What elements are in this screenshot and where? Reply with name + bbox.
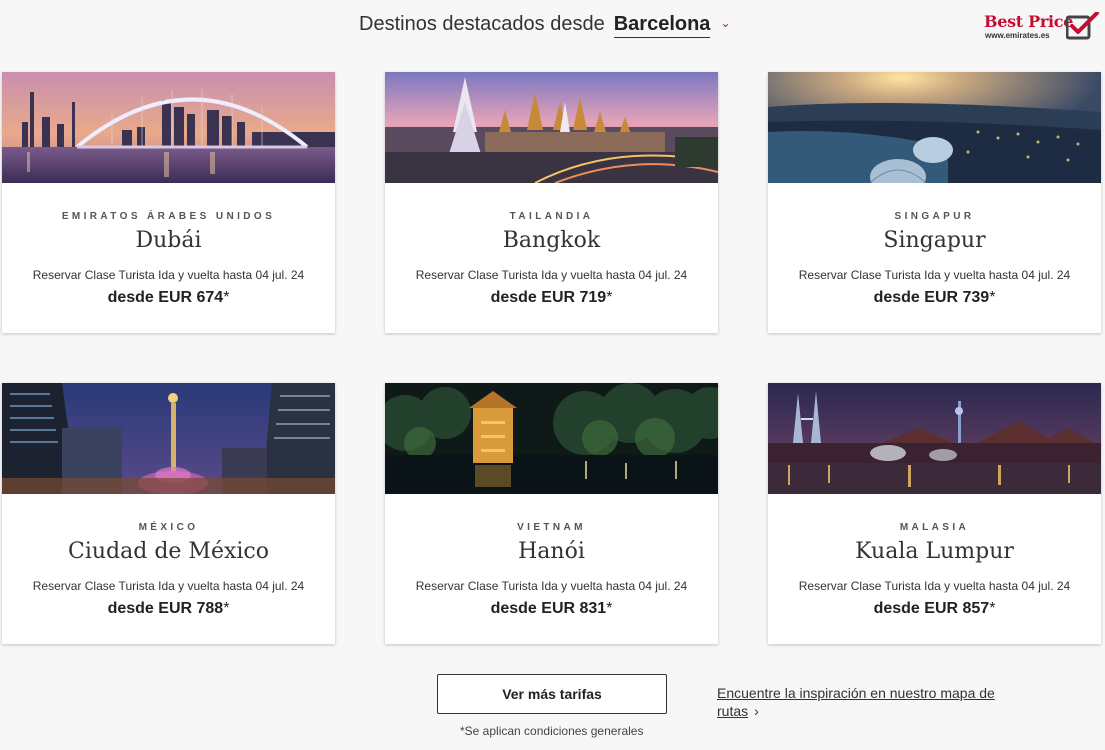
destination-price: desde EUR 831*	[385, 600, 718, 618]
destination-city: Singapur	[883, 228, 986, 253]
destination-city: Ciudad de México	[68, 539, 269, 564]
price-asterisk: *	[606, 600, 613, 617]
destination-card-singapur[interactable]: SINGAPUR Singapur Reservar Clase Turista…	[768, 72, 1101, 333]
route-map-link[interactable]: Encuentre la inspiración en nuestro mapa…	[717, 684, 1017, 720]
price-value: desde EUR 719	[490, 289, 607, 306]
destination-image-ciudad-de-mexico	[2, 383, 335, 494]
destination-country: MÉXICO	[138, 522, 199, 533]
destination-card-dubai[interactable]: EMIRATOS ÁRABES UNIDOS Dubái Reservar Cl…	[2, 72, 335, 333]
page-title-text: Destinos destacados desde	[359, 13, 605, 35]
destination-country: MALASIA	[899, 522, 970, 533]
price-value: desde EUR 857	[873, 600, 990, 617]
destination-country: SINGAPUR	[894, 211, 975, 222]
destination-country: VIETNAM	[517, 522, 586, 533]
chevron-right-icon: ›	[754, 703, 759, 719]
price-asterisk: *	[606, 289, 613, 306]
destination-price: desde EUR 788*	[2, 600, 335, 618]
destination-card-bangkok[interactable]: TAILANDIA Bangkok Reservar Clase Turista…	[385, 72, 718, 333]
destination-city: Kuala Lumpur	[855, 539, 1014, 564]
destination-card-hanoi[interactable]: VIETNAM Hanói Reservar Clase Turista Ida…	[385, 383, 718, 644]
chevron-down-icon[interactable]: ⌄	[720, 16, 730, 30]
destination-card-ciudad-de-mexico[interactable]: MÉXICO Ciudad de México Reservar Clase T…	[2, 383, 335, 644]
origin-city-selector[interactable]: Barcelona	[613, 13, 711, 38]
destination-description: Reservar Clase Turista Ida y vuelta hast…	[32, 579, 305, 593]
header: Destinos destacados desde Barcelona ⌄ Be…	[0, 0, 1105, 60]
destination-country: TAILANDIA	[509, 211, 594, 222]
destination-country: EMIRATOS ÁRABES UNIDOS	[61, 211, 276, 222]
price-value: desde EUR 831	[490, 600, 607, 617]
destination-price: desde EUR 719*	[385, 289, 718, 307]
price-value: desde EUR 788	[107, 600, 224, 617]
price-asterisk: *	[989, 600, 996, 617]
destination-image-bangkok	[385, 72, 718, 183]
more-fares-button[interactable]: Ver más tarifas	[437, 674, 667, 714]
destination-price: desde EUR 674*	[2, 289, 335, 307]
destination-price: desde EUR 857*	[768, 600, 1101, 618]
conditions-note: *Se aplican condiciones generales	[460, 724, 644, 738]
page-title: Destinos destacados desde Barcelona ⌄	[359, 13, 731, 38]
price-asterisk: *	[223, 600, 230, 617]
destination-description: Reservar Clase Turista Ida y vuelta hast…	[32, 268, 305, 282]
destination-description: Reservar Clase Turista Ida y vuelta hast…	[415, 268, 688, 282]
destination-image-hanoi	[385, 383, 718, 494]
destination-card-kuala-lumpur[interactable]: MALASIA Kuala Lumpur Reservar Clase Turi…	[768, 383, 1101, 644]
price-asterisk: *	[223, 289, 230, 306]
logo-text: Best Price	[984, 12, 1074, 31]
destination-city: Dubái	[135, 228, 202, 253]
best-price-logo: Best Price www.emirates.es	[984, 12, 1102, 44]
destination-description: Reservar Clase Turista Ida y vuelta hast…	[798, 579, 1071, 593]
destination-city: Bangkok	[502, 228, 601, 253]
price-asterisk: *	[989, 289, 996, 306]
destination-image-dubai	[2, 72, 335, 183]
logo-subtext: www.emirates.es	[985, 31, 1050, 40]
destination-image-kuala-lumpur	[768, 383, 1101, 494]
price-value: desde EUR 739	[873, 289, 990, 306]
destination-image-singapur	[768, 72, 1101, 183]
destination-city: Hanói	[518, 539, 585, 564]
destination-description: Reservar Clase Turista Ida y vuelta hast…	[798, 268, 1071, 282]
checkmark-icon	[1066, 12, 1099, 40]
destination-price: desde EUR 739*	[768, 289, 1101, 307]
destination-description: Reservar Clase Turista Ida y vuelta hast…	[415, 579, 688, 593]
price-value: desde EUR 674	[107, 289, 224, 306]
